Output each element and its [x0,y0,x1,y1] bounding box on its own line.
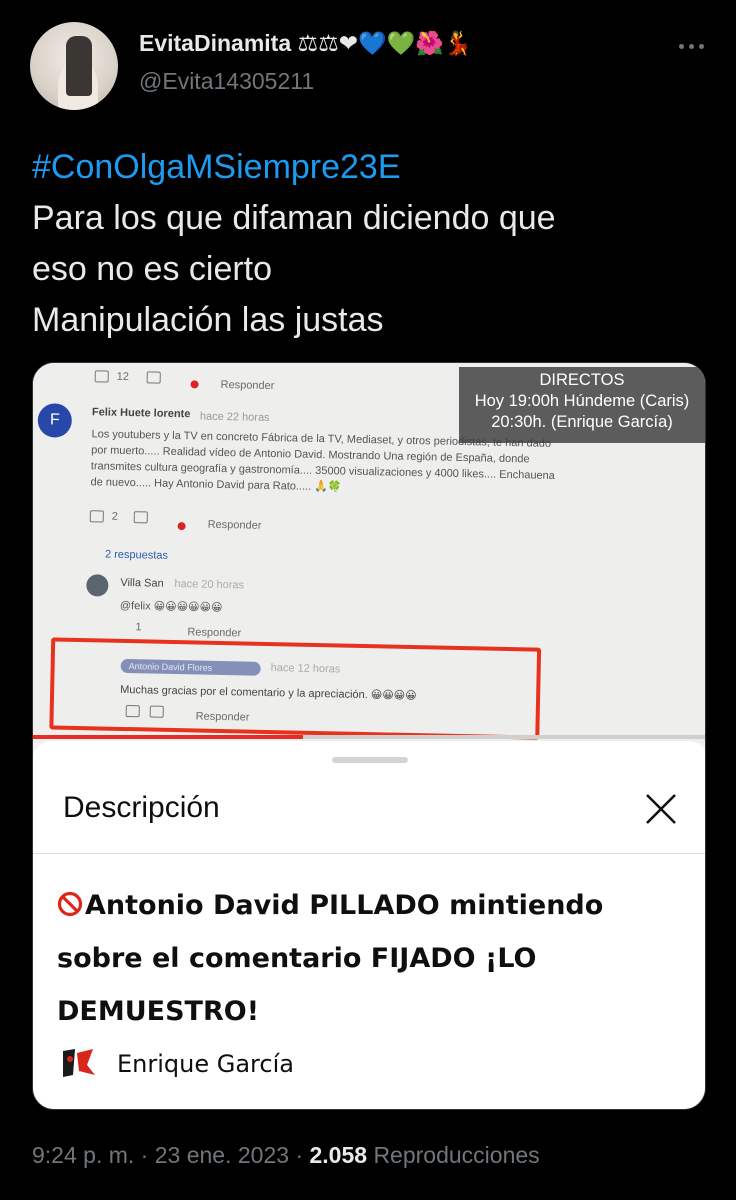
tweet-text: #ConOlgaMSiempre23E Para los que difaman… [32,142,712,346]
reply-label: Responder [220,378,275,393]
description-sheet: Descripción Antonio David PILLADO mintie… [33,741,705,1109]
like-count: 2 [111,510,119,523]
thumbs-up-icon [125,705,140,718]
close-icon [646,794,676,824]
heart-icon [190,380,199,389]
comment-time: hace 12 horas [270,662,341,676]
display-name-emojis: ⚖⚖❤💙💚🌺💃 [297,31,473,57]
sheet-divider [33,853,705,854]
thumbs-down-icon [149,705,164,718]
view-count: 2.058 [309,1142,368,1168]
tweet-line-1: Para los que difaman diciendo que [32,199,556,237]
reply-label: Responder [195,710,250,724]
tweet-meta: 9:24 p. m. · 23 ene. 2023 · 2.058 Reprod… [32,1142,540,1169]
separator-dot: · [140,1142,155,1168]
thumbs-up-icon [94,370,109,383]
video-progress-remaining [303,735,705,739]
tweet-date[interactable]: 23 ene. 2023 [155,1142,289,1168]
avatar-figure-hat [66,36,92,96]
channel-name: Enrique García [117,1050,294,1078]
sheet-drag-handle [332,757,408,763]
reply-label: Responder [187,626,242,640]
tweet-line-2: eso no es cierto [32,250,273,288]
tweet-line-3: Manipulación las justas [32,301,384,339]
more-options-icon[interactable] [668,28,714,64]
thumbs-down-icon [146,371,161,384]
video-screenshot: 12 Responder F Felix Huete lorente hace … [33,363,705,743]
video-progress-played [33,735,303,739]
channel-logo-icon [63,1049,95,1077]
overlay-line-2: Hoy 19:00h Húndeme (Caris) [474,392,690,410]
comment-author-pill: Antonio David Flores [120,658,261,676]
overlay-line-3: 20:30h. (Enrique García) [491,413,673,431]
avatar[interactable] [30,22,118,110]
thumbs-down-icon [133,511,148,524]
commenter-avatar: F [37,403,73,438]
video-title-text: Antonio David PILLADO mintiendo sobre el… [57,890,604,1027]
video-title: Antonio David PILLADO mintiendo sobre el… [57,879,697,1038]
like-count: 12 [116,370,130,384]
thumbs-up-icon [89,510,104,523]
comment-time: hace 22 horas [199,410,270,424]
prohibited-icon [57,891,83,917]
display-name-text: EvitaDinamita [139,30,292,56]
display-name[interactable]: EvitaDinamita ⚖⚖❤💙💚🌺💃 [139,30,473,57]
replies-toggle: 2 respuestas [104,548,169,562]
reply-label: Responder [207,518,262,532]
user-handle[interactable]: @Evita14305211 [139,68,314,95]
sheet-title: Descripción [63,791,220,824]
comment-text: @felix 😀😀😀😀😀😀 [119,599,223,615]
hashtag-link[interactable]: #ConOlgaMSiempre23E [32,142,712,193]
schedule-overlay: DIRECTOS Hoy 19:00h Húndeme (Caris) 20:3… [459,367,705,443]
views-label: Reproducciones [373,1142,540,1168]
tweet-media-image[interactable]: 12 Responder F Felix Huete lorente hace … [32,362,706,1110]
comment-time: hace 20 horas [174,578,245,592]
heart-icon [177,522,186,531]
comment-author: Villa San [120,576,164,590]
tweet-time[interactable]: 9:24 p. m. [32,1142,134,1168]
like-count: 1 [135,621,142,634]
overlay-line-1: DIRECTOS [539,371,625,389]
commenter-avatar [86,574,109,597]
comment-author: Felix Huete lorente [91,406,191,421]
separator-dot: · [295,1142,310,1168]
